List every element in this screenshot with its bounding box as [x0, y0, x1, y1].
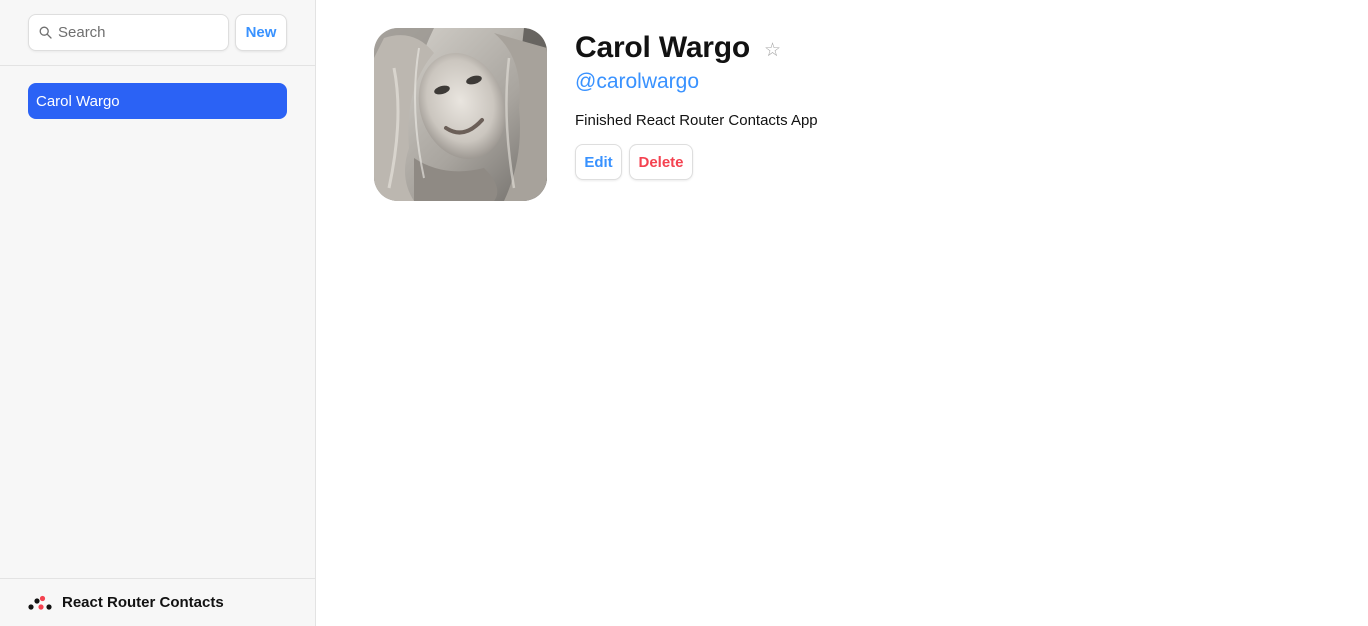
- contact-info: Carol Wargo ☆ @carolwargo Finished React…: [575, 28, 818, 180]
- search-icon: [39, 26, 52, 39]
- contact-avatar-photo: [374, 28, 547, 201]
- contact-notes: Finished React Router Contacts App: [575, 112, 818, 129]
- app-title: React Router Contacts: [62, 594, 224, 611]
- contact-list: Carol Wargo: [0, 66, 315, 578]
- contact-list-item[interactable]: Carol Wargo: [28, 83, 287, 119]
- contact-list-item-label: Carol Wargo: [36, 92, 120, 110]
- contact-avatar: [374, 28, 547, 201]
- sidebar: New Carol Wargo React Router Contacts: [0, 0, 316, 626]
- contact-actions: Edit Delete: [575, 144, 818, 180]
- contact-name-row: Carol Wargo ☆: [575, 28, 818, 68]
- edit-button[interactable]: Edit: [575, 144, 622, 180]
- sidebar-header: New: [0, 0, 315, 66]
- react-router-logo-icon: [28, 595, 52, 610]
- contact-handle-link[interactable]: @carolwargo: [575, 70, 818, 94]
- new-contact-button[interactable]: New: [235, 14, 287, 51]
- sidebar-footer: React Router Contacts: [0, 578, 315, 626]
- app-root: New Carol Wargo React Router Contacts: [0, 0, 1368, 626]
- delete-button[interactable]: Delete: [629, 144, 693, 180]
- search-input[interactable]: [58, 24, 218, 41]
- favorite-star-icon[interactable]: ☆: [764, 41, 781, 60]
- contact-detail: Carol Wargo ☆ @carolwargo Finished React…: [316, 0, 1368, 626]
- contact-name: Carol Wargo: [575, 31, 751, 64]
- search-box[interactable]: [28, 14, 229, 51]
